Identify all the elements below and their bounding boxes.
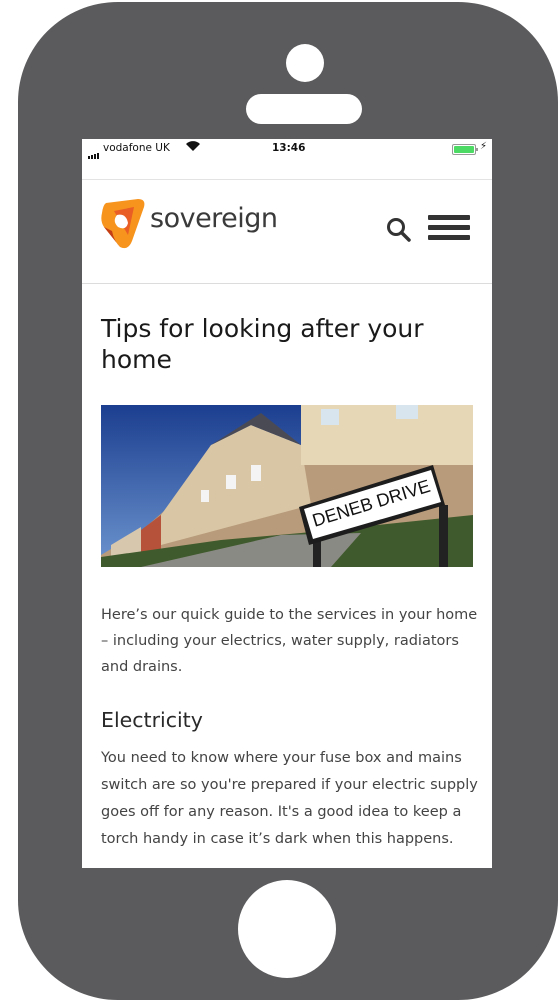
battery-level xyxy=(454,146,474,153)
brand-name[interactable]: sovereign xyxy=(150,203,278,234)
page-title: Tips for looking after your home xyxy=(101,314,424,374)
signal-strength-icon xyxy=(88,147,100,159)
search-icon[interactable] xyxy=(386,217,412,243)
home-button[interactable] xyxy=(238,880,336,978)
intro-paragraph: Here’s our quick guide to the services i… xyxy=(101,607,478,675)
front-camera xyxy=(286,44,324,82)
battery-icon xyxy=(452,144,478,155)
sovereign-logo-icon[interactable] xyxy=(100,197,146,251)
status-bar: vodafone UK 13:46 ⚡ xyxy=(82,139,492,159)
hamburger-menu-icon[interactable] xyxy=(428,215,470,241)
status-time: 13:46 xyxy=(272,142,306,154)
charging-icon: ⚡ xyxy=(480,141,488,152)
hero-image: DENEB DRIVE xyxy=(101,405,473,567)
section-heading-electricity: Electricity xyxy=(101,708,203,732)
wifi-icon xyxy=(186,141,200,151)
section-body-electricity: You need to know where your fuse box and… xyxy=(101,750,478,847)
phone-screen: vodafone UK 13:46 ⚡ sovereign Tips for l… xyxy=(82,139,492,868)
earpiece-speaker xyxy=(246,94,362,124)
carrier-name: vodafone UK xyxy=(103,142,170,154)
